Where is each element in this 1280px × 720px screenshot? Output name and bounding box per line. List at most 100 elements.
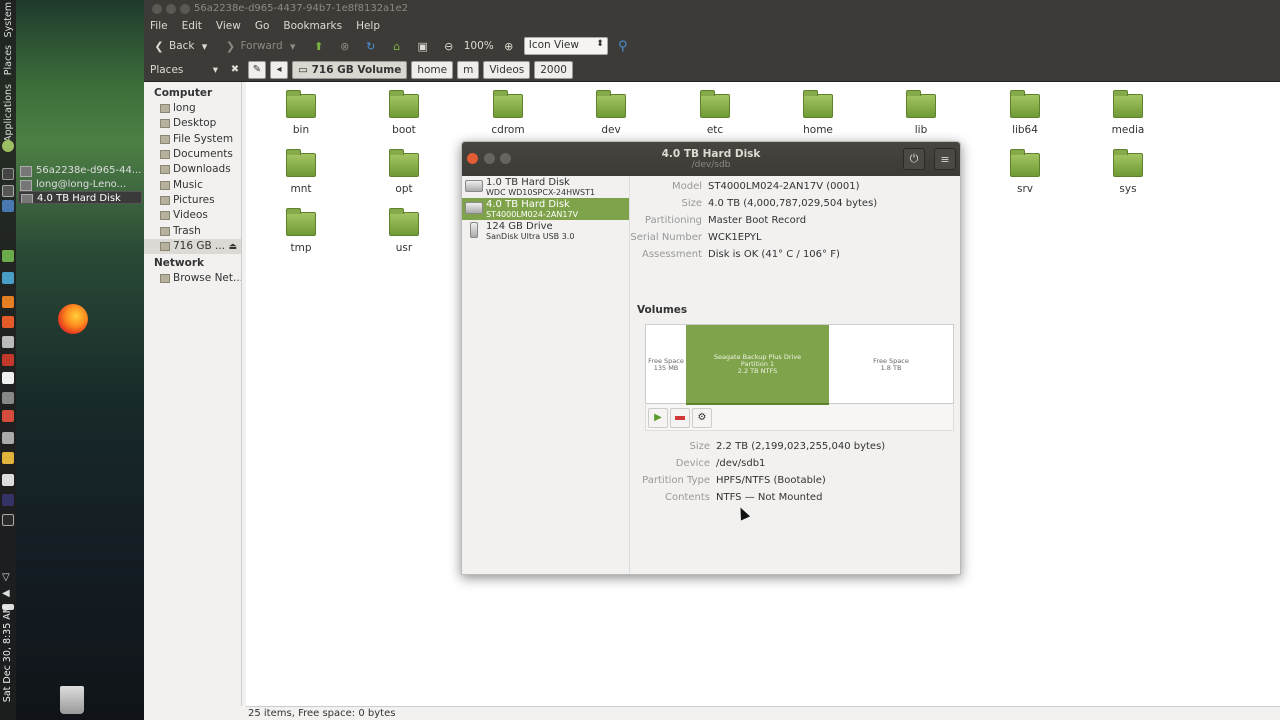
up-button[interactable]: ⬆ [308, 36, 330, 56]
sidebar-item-desktop[interactable]: Desktop [144, 116, 241, 131]
search-button[interactable]: ⚲ [612, 36, 634, 56]
document-icon[interactable] [2, 474, 14, 486]
monitor-icon[interactable] [2, 200, 14, 212]
menu-system[interactable]: System [3, 2, 14, 37]
sidebar-item-long[interactable]: long [144, 101, 241, 116]
drive-menu-button[interactable]: ≡ [934, 148, 956, 170]
partition-options-button[interactable]: ⚙ [692, 407, 712, 428]
drive-item-4tb[interactable]: 4.0 TB Hard Disk ST4000LM024-2AN17V [462, 198, 629, 220]
app-icon[interactable] [2, 410, 14, 422]
forward-button[interactable]: ❯ Forward ▾ [220, 36, 304, 56]
folder-srv[interactable]: srv [990, 149, 1060, 195]
folder-icon [160, 211, 170, 221]
play-icon: ▶ [654, 412, 662, 423]
sidebar-item-pictures[interactable]: Pictures [144, 193, 241, 208]
eject-icon[interactable]: ⏏ [228, 240, 237, 254]
terminal-icon[interactable] [2, 494, 14, 506]
menu-view[interactable]: View [216, 20, 241, 32]
view-mode-select[interactable]: Icon View [523, 37, 608, 55]
volume-icon[interactable]: ◀ [2, 588, 14, 600]
disk-icon[interactable] [2, 432, 14, 444]
volume-partition-1[interactable]: Seagate Backup Plus Drive Partition 1 2.… [686, 325, 829, 405]
status-bar: 25 items, Free space: 0 bytes [246, 706, 1280, 720]
task-item-active[interactable]: 4.0 TB Hard Disk [18, 191, 142, 204]
help-icon[interactable] [2, 140, 14, 152]
close-sidebar-button[interactable]: ✖ [226, 61, 244, 79]
network-icon[interactable]: ▽ [2, 572, 14, 584]
places-select[interactable]: Places [148, 64, 222, 76]
menu-help[interactable]: Help [356, 20, 380, 32]
terminal-icon[interactable] [2, 168, 14, 180]
volume-free-space-2[interactable]: Free Space 1.8 TB [829, 325, 953, 405]
folder-tmp[interactable]: tmp [266, 208, 336, 254]
archive-icon[interactable] [2, 452, 14, 464]
sidebar-item-trash[interactable]: Trash [144, 223, 241, 238]
folder-sys[interactable]: sys [1093, 149, 1163, 195]
back-button[interactable]: ❮ Back ▾ [148, 36, 216, 56]
sidebar-item-videos[interactable]: Videos [144, 208, 241, 223]
menu-applications[interactable]: Applications [3, 84, 14, 142]
terminal-icon[interactable] [2, 185, 14, 197]
path-m[interactable]: m [457, 60, 480, 79]
folder-lib[interactable]: lib [886, 90, 956, 136]
folder-etc[interactable]: etc [680, 90, 750, 136]
menu-bookmarks[interactable]: Bookmarks [283, 20, 342, 32]
folder-media[interactable]: media [1093, 90, 1163, 136]
path-2000[interactable]: 2000 [534, 60, 573, 79]
path-716-gb-volume[interactable]: ▭ 716 GB Volume [292, 60, 408, 79]
folder-icon [286, 208, 316, 236]
spreadsheet-icon[interactable] [2, 250, 14, 262]
files-icon[interactable] [2, 272, 14, 284]
firefox-icon[interactable] [58, 304, 88, 334]
sidebar-item-music[interactable]: Music [144, 177, 241, 192]
path-left-button[interactable]: ◂ [270, 60, 288, 79]
stop-button[interactable]: ⊗ [334, 36, 356, 56]
reload-button[interactable]: ↻ [360, 36, 382, 56]
folder-lib64[interactable]: lib64 [990, 90, 1060, 136]
folder-home[interactable]: home [783, 90, 853, 136]
sidebar-item-716gb-volume[interactable]: 716 GB ... ⏏ [144, 238, 241, 254]
clock[interactable]: Sat Dec 30, 8:35 AM [2, 605, 13, 702]
help-icon[interactable] [2, 514, 14, 526]
folder-opt[interactable]: opt [369, 149, 439, 195]
computer-button[interactable]: ▣ [412, 36, 434, 56]
mount-button[interactable]: ▶ [648, 407, 668, 428]
menu-go[interactable]: Go [255, 20, 270, 32]
home-button[interactable]: ⌂ [386, 36, 408, 56]
menu-places[interactable]: Places [3, 45, 14, 75]
maximize-button[interactable] [180, 4, 190, 14]
sidebar-item-browse-network[interactable]: Browse Net... [144, 271, 241, 286]
folder-cdrom[interactable]: cdrom [473, 90, 543, 136]
zoom-out-button[interactable]: ⊖ [438, 36, 460, 56]
folder-dev[interactable]: dev [576, 90, 646, 136]
path-home[interactable]: home [411, 60, 454, 79]
store-icon[interactable] [2, 296, 14, 308]
printer-icon[interactable] [2, 392, 14, 404]
delete-partition-button[interactable] [670, 407, 690, 428]
minimize-button[interactable] [166, 4, 176, 14]
task-item[interactable]: 56a2238e-d965-44... [18, 164, 142, 177]
app-icon[interactable] [2, 354, 14, 366]
menu-edit[interactable]: Edit [182, 20, 202, 32]
editor-icon[interactable] [2, 372, 14, 384]
power-off-button[interactable]: ⏻ [903, 148, 925, 170]
folder-usr[interactable]: usr [369, 208, 439, 254]
close-button[interactable] [152, 4, 162, 14]
sidebar-item-file-system[interactable]: File System [144, 132, 241, 147]
menu-file[interactable]: File [150, 20, 168, 32]
volume-free-space-1[interactable]: Free Space 135 MB [646, 325, 686, 405]
folder-mnt[interactable]: mnt [266, 149, 336, 195]
task-item[interactable]: long@long-Leno... [18, 178, 142, 191]
path-videos[interactable]: Videos [483, 60, 531, 79]
zoom-in-button[interactable]: ⊕ [498, 36, 520, 56]
trash-icon[interactable] [60, 686, 84, 714]
folder-boot[interactable]: boot [369, 90, 439, 136]
sidebar-item-downloads[interactable]: Downloads [144, 162, 241, 177]
drive-item-124gb[interactable]: 124 GB Drive SanDisk Ultra USB 3.0 [462, 220, 629, 242]
settings-icon[interactable] [2, 336, 14, 348]
folder-bin[interactable]: bin [266, 90, 336, 136]
drive-item-1tb[interactable]: 1.0 TB Hard Disk WDC WD10SPCX-24HWST1 [462, 176, 629, 198]
sidebar-item-documents[interactable]: Documents [144, 147, 241, 162]
edit-location-button[interactable]: ✎ [248, 60, 266, 79]
software-icon[interactable] [2, 316, 14, 328]
